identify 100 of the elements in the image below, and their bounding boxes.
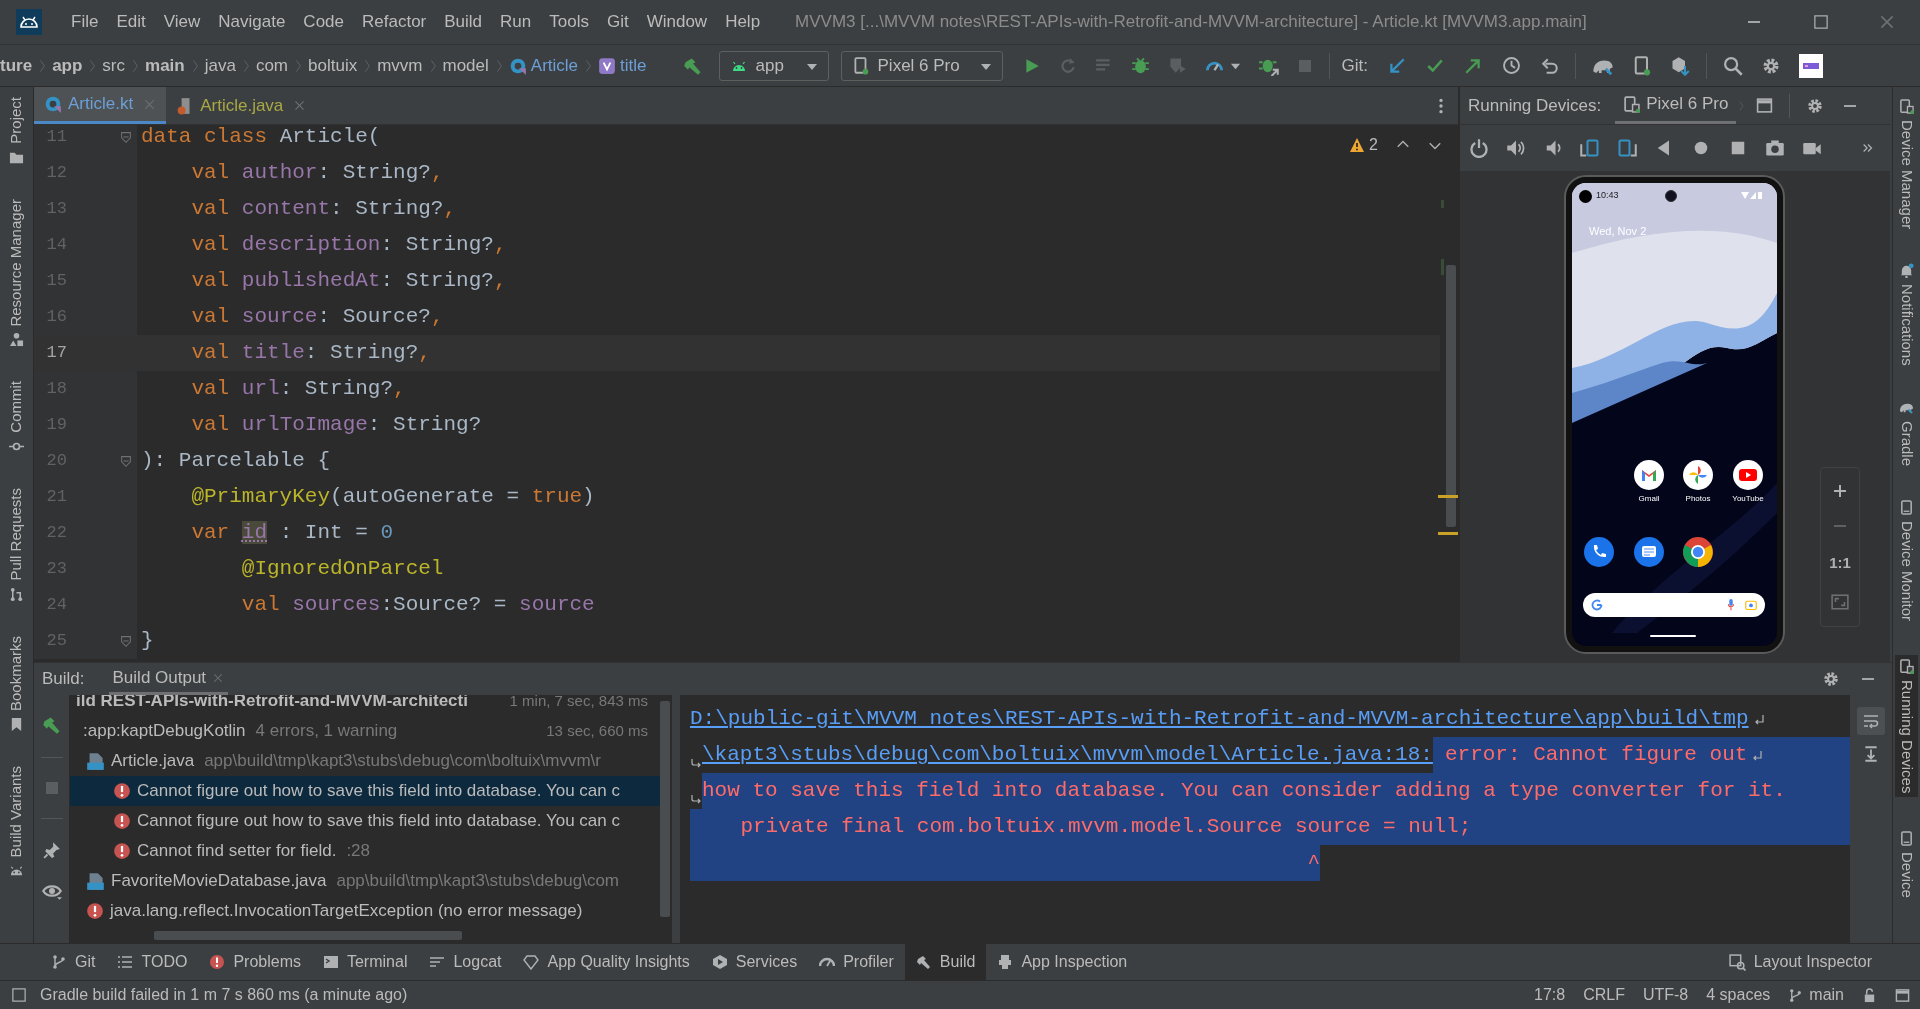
app-icon[interactable]	[1683, 460, 1713, 490]
scroll-to-end-icon[interactable]	[1862, 745, 1880, 763]
menu-item[interactable]: Navigate	[209, 9, 295, 35]
tool-window-icon[interactable]	[1899, 263, 1914, 279]
android-logo-icon[interactable]	[16, 9, 42, 35]
tool-window-tab[interactable]: Device Manager	[1895, 120, 1918, 230]
app-icon[interactable]	[1634, 460, 1664, 490]
tree-row[interactable]: Article.java app\build\tmp\kapt3\stubs\debug\com\boltuix\mvvm\r	[70, 746, 660, 776]
tool-tab[interactable]: Problems	[198, 944, 312, 980]
tool-tab[interactable]: TODO	[106, 944, 199, 980]
power-icon[interactable]	[1469, 138, 1489, 158]
debug-icon[interactable]	[1130, 56, 1150, 75]
settings-icon[interactable]	[1806, 96, 1825, 115]
fit-screen-icon[interactable]	[1831, 592, 1849, 611]
breadcrumb-item[interactable]: boltuix	[308, 52, 358, 79]
scrollbar-thumb[interactable]	[154, 931, 462, 940]
avatar-icon[interactable]	[1798, 53, 1823, 78]
window-icon[interactable]	[1756, 97, 1774, 114]
breadcrumb-item[interactable]: ture	[0, 52, 33, 79]
push-icon[interactable]	[1463, 56, 1482, 75]
tool-window-icon[interactable]	[1899, 99, 1914, 114]
tool-window-icon[interactable]	[9, 716, 24, 732]
hammer-icon[interactable]	[41, 715, 62, 735]
menu-item[interactable]: Tools	[540, 9, 598, 35]
file-encoding[interactable]: UTF-8	[1642, 983, 1689, 1007]
search-icon[interactable]	[1722, 55, 1743, 76]
app-icon[interactable]	[1584, 537, 1614, 567]
tree-row[interactable]: java.lang.reflect.InvocationTargetException (no error message)	[70, 896, 660, 926]
app-icon[interactable]	[1683, 537, 1713, 567]
camera-icon[interactable]	[1765, 138, 1785, 158]
more-icon[interactable]	[1861, 141, 1875, 155]
file-link[interactable]: \kapt3\stubs\debug\com\boltuix\mvvm\model\Article.java:18:	[702, 737, 1433, 773]
tool-tab[interactable]: Terminal	[311, 944, 419, 980]
tool-tab[interactable]: Services	[700, 944, 809, 980]
tree-row[interactable]: FavoriteMovieDatabase.java app\build\tmp\kapt3\stubs\debug\com	[70, 866, 660, 896]
breadcrumb-item[interactable]: java	[204, 52, 236, 79]
tool-tab[interactable]: App Quality Insights	[512, 944, 701, 980]
tool-window-icon[interactable]	[1899, 831, 1914, 847]
menu-item[interactable]: Edit	[107, 9, 155, 35]
tool-tab[interactable]: Layout Inspector	[1728, 950, 1872, 974]
menu-item[interactable]: Refactor	[353, 9, 436, 35]
zoom-in-icon[interactable]	[1832, 483, 1848, 500]
fold-icon[interactable]	[119, 130, 133, 144]
tool-window-icon[interactable]	[1899, 499, 1914, 515]
rotate-left-icon[interactable]	[1580, 138, 1600, 158]
tool-window-tab[interactable]: Notifications	[1895, 284, 1918, 366]
menu-item[interactable]: View	[154, 9, 210, 35]
panel-toggle-icon[interactable]	[12, 988, 26, 1002]
breadcrumb-item[interactable]: src	[102, 52, 126, 79]
tool-window-tab[interactable]: Commit	[5, 381, 28, 433]
tree-row[interactable]: Cannot figure out how to save this field into database. You can c	[70, 806, 660, 836]
tree-row[interactable]: :app:kaptDebugKotlin 4 errors, 1 warning 13 sec, 660 ms	[70, 716, 660, 746]
menu-item[interactable]: Code	[294, 9, 353, 35]
rollback-icon[interactable]	[1540, 56, 1559, 75]
rotate-right-icon[interactable]	[1617, 138, 1637, 158]
git-branch[interactable]: main	[1788, 983, 1844, 1007]
breadcrumb-item[interactable]: title	[620, 52, 647, 79]
tool-window-tab[interactable]: Device	[1895, 852, 1918, 899]
app-icon[interactable]	[1733, 460, 1763, 490]
file-link[interactable]: D:\public-git\MVVM notes\REST-APIs-with-Retrofit-and-MVVM-architecture\app\build\tmp	[690, 701, 1749, 737]
volume-up-icon[interactable]	[1506, 138, 1526, 158]
menu-item[interactable]: Build	[435, 9, 492, 35]
cursor-position[interactable]: 17:8	[1534, 983, 1566, 1007]
lock-icon[interactable]	[1862, 987, 1877, 1003]
breadcrumb-item[interactable]: app	[52, 52, 83, 79]
history-icon[interactable]	[1501, 56, 1521, 75]
breadcrumb-item[interactable]: main	[145, 52, 185, 79]
fold-icon[interactable]	[119, 634, 133, 648]
tool-window-tab[interactable]: Pull Requests	[5, 487, 28, 581]
scrollbar-thumb[interactable]	[660, 701, 670, 917]
tool-window-icon[interactable]	[9, 586, 24, 602]
editor-tab[interactable]: Article.kt	[34, 87, 167, 124]
menu-item[interactable]: Git	[597, 9, 638, 35]
breadcrumb-item[interactable]: mvvm	[377, 52, 423, 79]
tool-tab[interactable]: App Inspection	[986, 944, 1139, 980]
breadcrumb-item[interactable]: com	[255, 52, 289, 79]
tool-tab[interactable]: Git	[40, 944, 107, 980]
tree-row[interactable]: Cannot figure out how to save this field into database. You can c	[70, 776, 660, 806]
tool-window-tab[interactable]: Gradle	[1895, 420, 1918, 466]
tool-tab[interactable]: Profiler	[808, 944, 905, 980]
settings-icon[interactable]	[1822, 670, 1840, 688]
tool-tab[interactable]: Logcat	[418, 944, 513, 980]
menu-item[interactable]: Window	[637, 9, 717, 35]
tool-window-tab[interactable]: Build Variants	[5, 765, 28, 857]
tree-row[interactable]: Cannot find setter for field. :28	[70, 836, 660, 866]
app-icon[interactable]	[1634, 537, 1664, 567]
fold-icon[interactable]	[119, 454, 133, 468]
breadcrumb-item[interactable]: model	[442, 52, 489, 79]
menu-item[interactable]: Help	[716, 9, 770, 35]
line-separator[interactable]: CRLF	[1583, 983, 1625, 1007]
scrollbar-thumb[interactable]	[1446, 265, 1456, 527]
warning-indicator[interactable]: 2	[1349, 133, 1378, 157]
tool-tab[interactable]: Build	[904, 944, 987, 980]
tool-window-tab[interactable]: Bookmarks	[5, 635, 28, 711]
actual-size-button[interactable]: 1:1	[1829, 551, 1851, 575]
pin-icon[interactable]	[42, 841, 61, 859]
indent-setting[interactable]: 4 spaces	[1706, 983, 1771, 1007]
tool-window-icon[interactable]	[9, 332, 24, 348]
run-configuration-dropdown[interactable]: app	[718, 50, 829, 81]
restore-button[interactable]	[1814, 15, 1828, 29]
